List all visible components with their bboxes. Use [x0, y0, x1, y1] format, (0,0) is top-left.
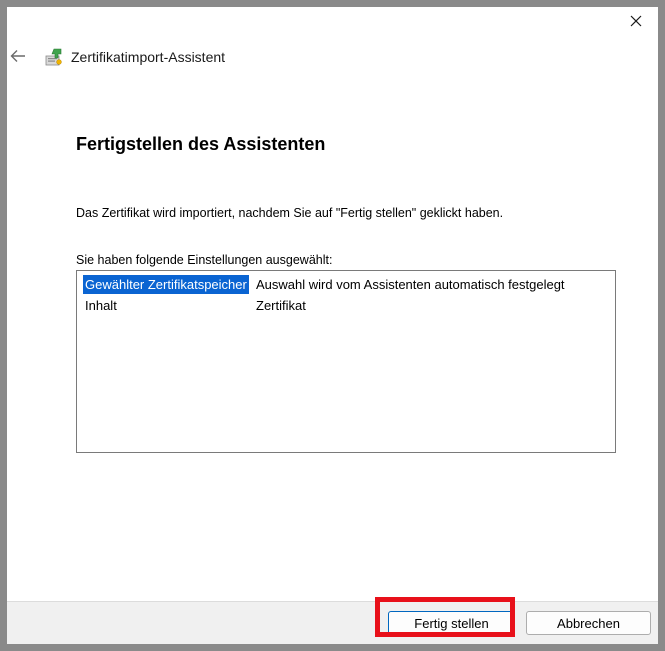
cancel-button[interactable]: Abbrechen: [526, 611, 651, 635]
settings-key-store[interactable]: Gewählter Zertifikatspeicher: [83, 275, 249, 294]
settings-list-label: Sie haben folgende Einstellungen ausgewä…: [76, 253, 333, 267]
description-text: Das Zertifikat wird importiert, nachdem …: [76, 206, 504, 220]
page-title: Fertigstellen des Assistenten: [76, 134, 326, 154]
settings-value-store: Auswahl wird vom Assistenten automatisch…: [256, 277, 565, 292]
back-button[interactable]: [7, 43, 29, 69]
list-item[interactable]: Inhalt Zertifikat: [77, 295, 615, 316]
certificate-import-icon: [45, 48, 62, 66]
settings-value-content: Zertifikat: [256, 298, 306, 313]
window-title: Zertifikatimport-Assistent: [71, 49, 226, 65]
close-button[interactable]: [614, 7, 658, 35]
arrow-left-icon: [10, 50, 25, 62]
button-bar: Fertig stellen Abbrechen: [7, 601, 658, 644]
wizard-window: Zertifikatimport-Assistent Fertigstellen…: [7, 7, 658, 644]
close-icon: [630, 15, 642, 27]
list-item[interactable]: Gewählter Zertifikatspeicher Auswahl wir…: [77, 274, 615, 295]
settings-list[interactable]: Gewählter Zertifikatspeicher Auswahl wir…: [76, 270, 616, 453]
settings-key-content[interactable]: Inhalt: [83, 296, 119, 315]
finish-button[interactable]: Fertig stellen: [388, 611, 515, 635]
